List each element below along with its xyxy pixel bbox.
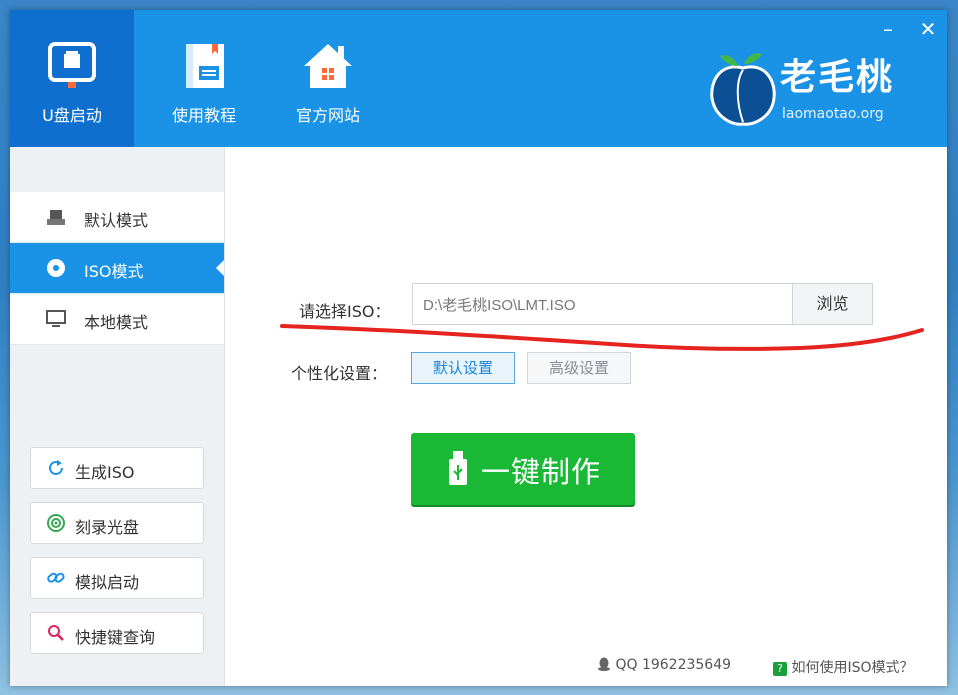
burn-disc-button[interactable]: 刻录光盘: [30, 502, 204, 544]
close-button[interactable]: ✕: [916, 18, 940, 42]
mode-label: ISO模式: [84, 262, 144, 281]
nav-label: U盘启动: [42, 106, 102, 125]
burn-disc-icon: [47, 514, 65, 532]
header-bar: U盘启动 使用教程 官方网站 – ✕ 老毛桃 laomaotao.org: [10, 10, 947, 147]
red-annotation-line: [280, 324, 924, 351]
brand-logo: 老毛桃 laomaotao.org: [710, 44, 930, 134]
qq-text: QQ 1962235649: [615, 657, 732, 673]
simulate-boot-button[interactable]: 模拟启动: [30, 557, 204, 599]
mode-label: 本地模式: [84, 313, 149, 332]
tool-label: 刻录光盘: [75, 518, 140, 537]
usb-icon: [47, 210, 65, 225]
hotkey-query-button[interactable]: 快捷键查询: [30, 612, 204, 654]
search-icon: [48, 625, 64, 641]
help-text: 如何使用ISO模式？: [791, 660, 914, 676]
help-icon: ?: [773, 662, 787, 676]
personalization-label: 个性化设置：: [291, 364, 388, 383]
logo-url: laomaotao.org: [782, 106, 884, 122]
generate-iso-button[interactable]: 生成ISO: [30, 447, 204, 489]
nav-usb-boot[interactable]: U盘启动: [10, 10, 134, 147]
iso-help-link[interactable]: ? 如何使用ISO模式？: [773, 657, 914, 677]
mode-default[interactable]: 默认模式: [10, 192, 224, 243]
nav-tutorial[interactable]: 使用教程: [142, 10, 266, 147]
nav-official-site[interactable]: 官方网站: [266, 10, 390, 147]
peach-logo-icon: [710, 53, 776, 126]
usb-drive-icon: [48, 42, 96, 88]
logo-name: 老毛桃: [780, 57, 895, 98]
one-click-make-button[interactable]: 一键制作: [411, 433, 635, 505]
main-content: 请选择ISO： 浏览 个性化设置： 默认设置 高级设置 一键制作 QQ 1962…: [225, 147, 947, 686]
qq-contact: QQ 1962235649: [597, 657, 731, 673]
mode-label: 默认模式: [84, 211, 149, 230]
link-icon: [47, 572, 65, 583]
tool-label: 快捷键查询: [75, 628, 156, 647]
minimize-button[interactable]: –: [876, 18, 900, 42]
disc-icon: [47, 259, 65, 277]
mode-local[interactable]: 本地模式: [10, 294, 224, 345]
make-label: 一键制作: [481, 455, 602, 489]
tool-label: 模拟启动: [75, 573, 140, 592]
sidebar: 默认模式 ISO模式 本地模式 生成ISO 刻录光盘 模拟启动 快捷键查询: [10, 147, 225, 686]
nav-label: 官方网站: [295, 106, 360, 125]
mode-iso[interactable]: ISO模式: [10, 243, 224, 294]
refresh-icon: [49, 460, 63, 475]
monitor-icon: [46, 310, 66, 327]
usb-stick-icon: [449, 451, 467, 485]
tool-label: 生成ISO: [75, 463, 135, 482]
home-icon: [304, 44, 352, 88]
qq-penguin-icon: [598, 657, 610, 671]
nav-label: 使用教程: [171, 106, 236, 125]
tutorial-book-icon: [186, 44, 224, 88]
